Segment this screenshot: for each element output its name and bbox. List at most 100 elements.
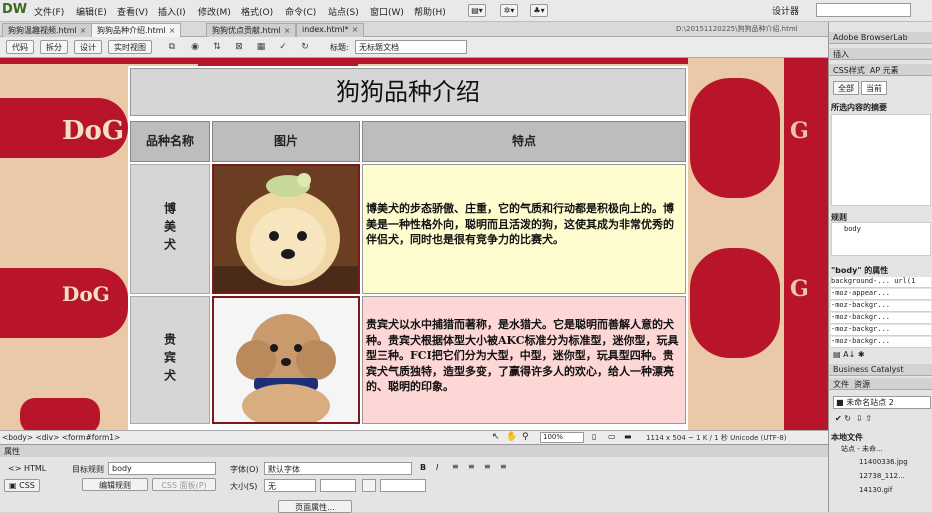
pointer-icon[interactable]: ↖ xyxy=(492,432,500,442)
dw-logo: DW xyxy=(2,2,28,17)
menu-help[interactable]: 帮助(H) xyxy=(414,5,446,18)
align-justify-icon[interactable]: ≡ xyxy=(500,462,507,471)
view-toggle-icons[interactable]: ▤ A↓ ✱ xyxy=(833,350,865,359)
search-input[interactable] xyxy=(816,3,911,17)
close-icon[interactable]: × xyxy=(352,25,359,34)
tag-selector[interactable]: <body> <div> <form#form1> xyxy=(2,433,120,442)
close-icon[interactable]: × xyxy=(284,26,291,35)
css-styles-label[interactable]: CSS样式 xyxy=(833,66,865,75)
zoom-icon[interactable]: ⚲ xyxy=(522,432,529,442)
target-rule-select[interactable]: body xyxy=(108,462,216,475)
pomeranian-photo xyxy=(214,166,358,292)
size-select[interactable]: 无 xyxy=(264,479,316,492)
tablet-size-icon[interactable]: ▭ xyxy=(608,432,616,441)
css-panel-button[interactable]: CSS 面板(P) xyxy=(152,478,216,491)
file-tree-item[interactable]: 站点 - 未命... xyxy=(841,444,883,454)
edit-rule-button[interactable]: 编辑规则 xyxy=(82,478,148,491)
document-title-input[interactable]: 无标题文档 xyxy=(355,40,467,54)
close-icon[interactable]: × xyxy=(80,26,87,35)
workspace-switcher[interactable]: 设计器 xyxy=(772,4,799,17)
css-property-row[interactable]: -moz-backgr... xyxy=(831,301,931,312)
bold-button[interactable]: B xyxy=(420,463,426,472)
code-view-button[interactable]: 代码 xyxy=(6,40,34,54)
menu-window[interactable]: 窗口(W) xyxy=(370,5,404,18)
align-center-icon[interactable]: ≡ xyxy=(468,462,475,471)
menu-modify[interactable]: 修改(M) xyxy=(198,5,231,18)
menu-site[interactable]: 站点(S) xyxy=(328,5,359,18)
close-icon[interactable]: × xyxy=(169,26,176,35)
mobile-size-icon[interactable]: ▯ xyxy=(592,432,596,441)
tab-breeds[interactable]: 狗狗品种介绍.html × xyxy=(91,23,182,37)
gear-icon[interactable]: ✲▾ xyxy=(500,4,518,17)
rule-body[interactable]: body xyxy=(844,225,861,233)
ap-elements-label[interactable]: AP 元素 xyxy=(870,66,899,75)
design-view-button[interactable]: 设计 xyxy=(74,40,102,54)
unit-select[interactable] xyxy=(320,479,356,492)
visual-aids-icon[interactable]: ▦ xyxy=(254,41,268,53)
business-catalyst-header[interactable]: Business Catalyst xyxy=(829,364,932,376)
menu-view[interactable]: 查看(V) xyxy=(117,5,148,18)
folder-icon: ■ xyxy=(836,398,844,407)
css-label: CSS xyxy=(19,481,35,490)
hand-icon[interactable]: ✋ xyxy=(506,432,517,442)
page-properties-button[interactable]: 页面属性... xyxy=(278,500,352,513)
file-action-icons[interactable]: ✔ ↻ ⇩ ⇧ xyxy=(835,414,872,423)
header-features: 特点 xyxy=(362,121,686,162)
tab-label: 狗狗温趣视频.html xyxy=(8,26,77,35)
current-button[interactable]: 当前 xyxy=(861,81,887,95)
files-tab[interactable]: 文件 xyxy=(833,380,849,389)
poodle-image xyxy=(212,296,360,424)
bg-bone xyxy=(690,78,780,198)
menu-commands[interactable]: 命令(C) xyxy=(285,5,316,18)
css-property-row[interactable]: -moz-backgr... xyxy=(831,337,931,348)
file-tree-item[interactable]: 12738_112... xyxy=(859,472,905,480)
menu-file[interactable]: 文件(F) xyxy=(34,5,64,18)
menu-format[interactable]: 格式(O) xyxy=(241,5,273,18)
breed-table: 狗狗品种介绍 品种名称 图片 特点 博美犬 博美犬的步态骄傲、庄重，它的气质和行… xyxy=(128,66,688,430)
desktop-size-icon[interactable]: ▬ xyxy=(624,432,632,441)
file-tree-item[interactable]: 14130.gif xyxy=(859,486,892,494)
tab-video[interactable]: 狗狗温趣视频.html × xyxy=(2,23,93,37)
menu-insert[interactable]: 插入(I) xyxy=(158,5,186,18)
pomeranian-image xyxy=(212,164,360,294)
insert-panel-header[interactable]: 插入 xyxy=(829,48,932,60)
file-manage-icon[interactable]: ⇅ xyxy=(210,41,224,53)
layout-icon[interactable]: ▤▾ xyxy=(468,4,486,17)
preview-icon[interactable]: ◉ xyxy=(188,41,202,53)
css-property-row[interactable]: -moz-backgr... xyxy=(831,325,931,336)
validate-icon[interactable]: ✓ xyxy=(276,41,290,53)
zoom-select[interactable]: 100% xyxy=(540,432,584,443)
tab-merits[interactable]: 狗狗优点贡献.html × xyxy=(206,23,297,37)
multiscreen-icon[interactable]: ⧉ xyxy=(165,41,179,53)
file-tree-item[interactable]: 11400336.jpg xyxy=(859,458,908,466)
font-select[interactable]: 默认字体 xyxy=(264,462,412,475)
site-icon[interactable]: ♣▾ xyxy=(530,4,548,17)
split-view-button[interactable]: 拆分 xyxy=(40,40,68,54)
italic-button[interactable]: I xyxy=(436,463,438,472)
document-toolbar: 代码 拆分 设计 实时视图 ⧉ ◉ ⇅ ⊠ ▦ ✓ ↻ 标题: 无标题文档 xyxy=(0,37,828,58)
browserlab-panel-header[interactable]: Adobe BrowserLab xyxy=(829,32,932,44)
target-rule-label: 目标规则 xyxy=(72,465,104,474)
color-picker[interactable] xyxy=(362,479,376,492)
css-property-row[interactable]: -moz-backgr... xyxy=(831,313,931,324)
bg-dog-text: DoG xyxy=(62,116,125,146)
bg-bone xyxy=(20,398,100,430)
tab-index[interactable]: index.html* × xyxy=(296,23,365,37)
header-image: 图片 xyxy=(212,121,360,162)
live-view-button[interactable]: 实时视图 xyxy=(108,40,152,54)
size-label: 大小(S) xyxy=(230,482,258,491)
css-property-row[interactable]: background-... url(1 xyxy=(831,277,931,288)
assets-tab[interactable]: 资源 xyxy=(854,380,870,389)
css-styles-tab[interactable]: CSS样式 AP 元素 xyxy=(829,64,932,76)
inspect-icon[interactable]: ⊠ xyxy=(232,41,246,53)
menu-edit[interactable]: 编辑(E) xyxy=(76,5,107,18)
refresh-icon[interactable]: ↻ xyxy=(298,41,312,53)
site-select[interactable]: ■ 未命名站点 2 xyxy=(833,396,931,409)
html-mode-button[interactable]: <> HTML xyxy=(4,463,50,476)
all-button[interactable]: 全部 xyxy=(833,81,859,95)
align-left-icon[interactable]: ≡ xyxy=(452,462,459,471)
color-input[interactable] xyxy=(380,479,426,492)
css-property-row[interactable]: -moz-appear... xyxy=(831,289,931,300)
align-right-icon[interactable]: ≡ xyxy=(484,462,491,471)
css-mode-button[interactable]: ▣ CSS xyxy=(4,479,40,492)
